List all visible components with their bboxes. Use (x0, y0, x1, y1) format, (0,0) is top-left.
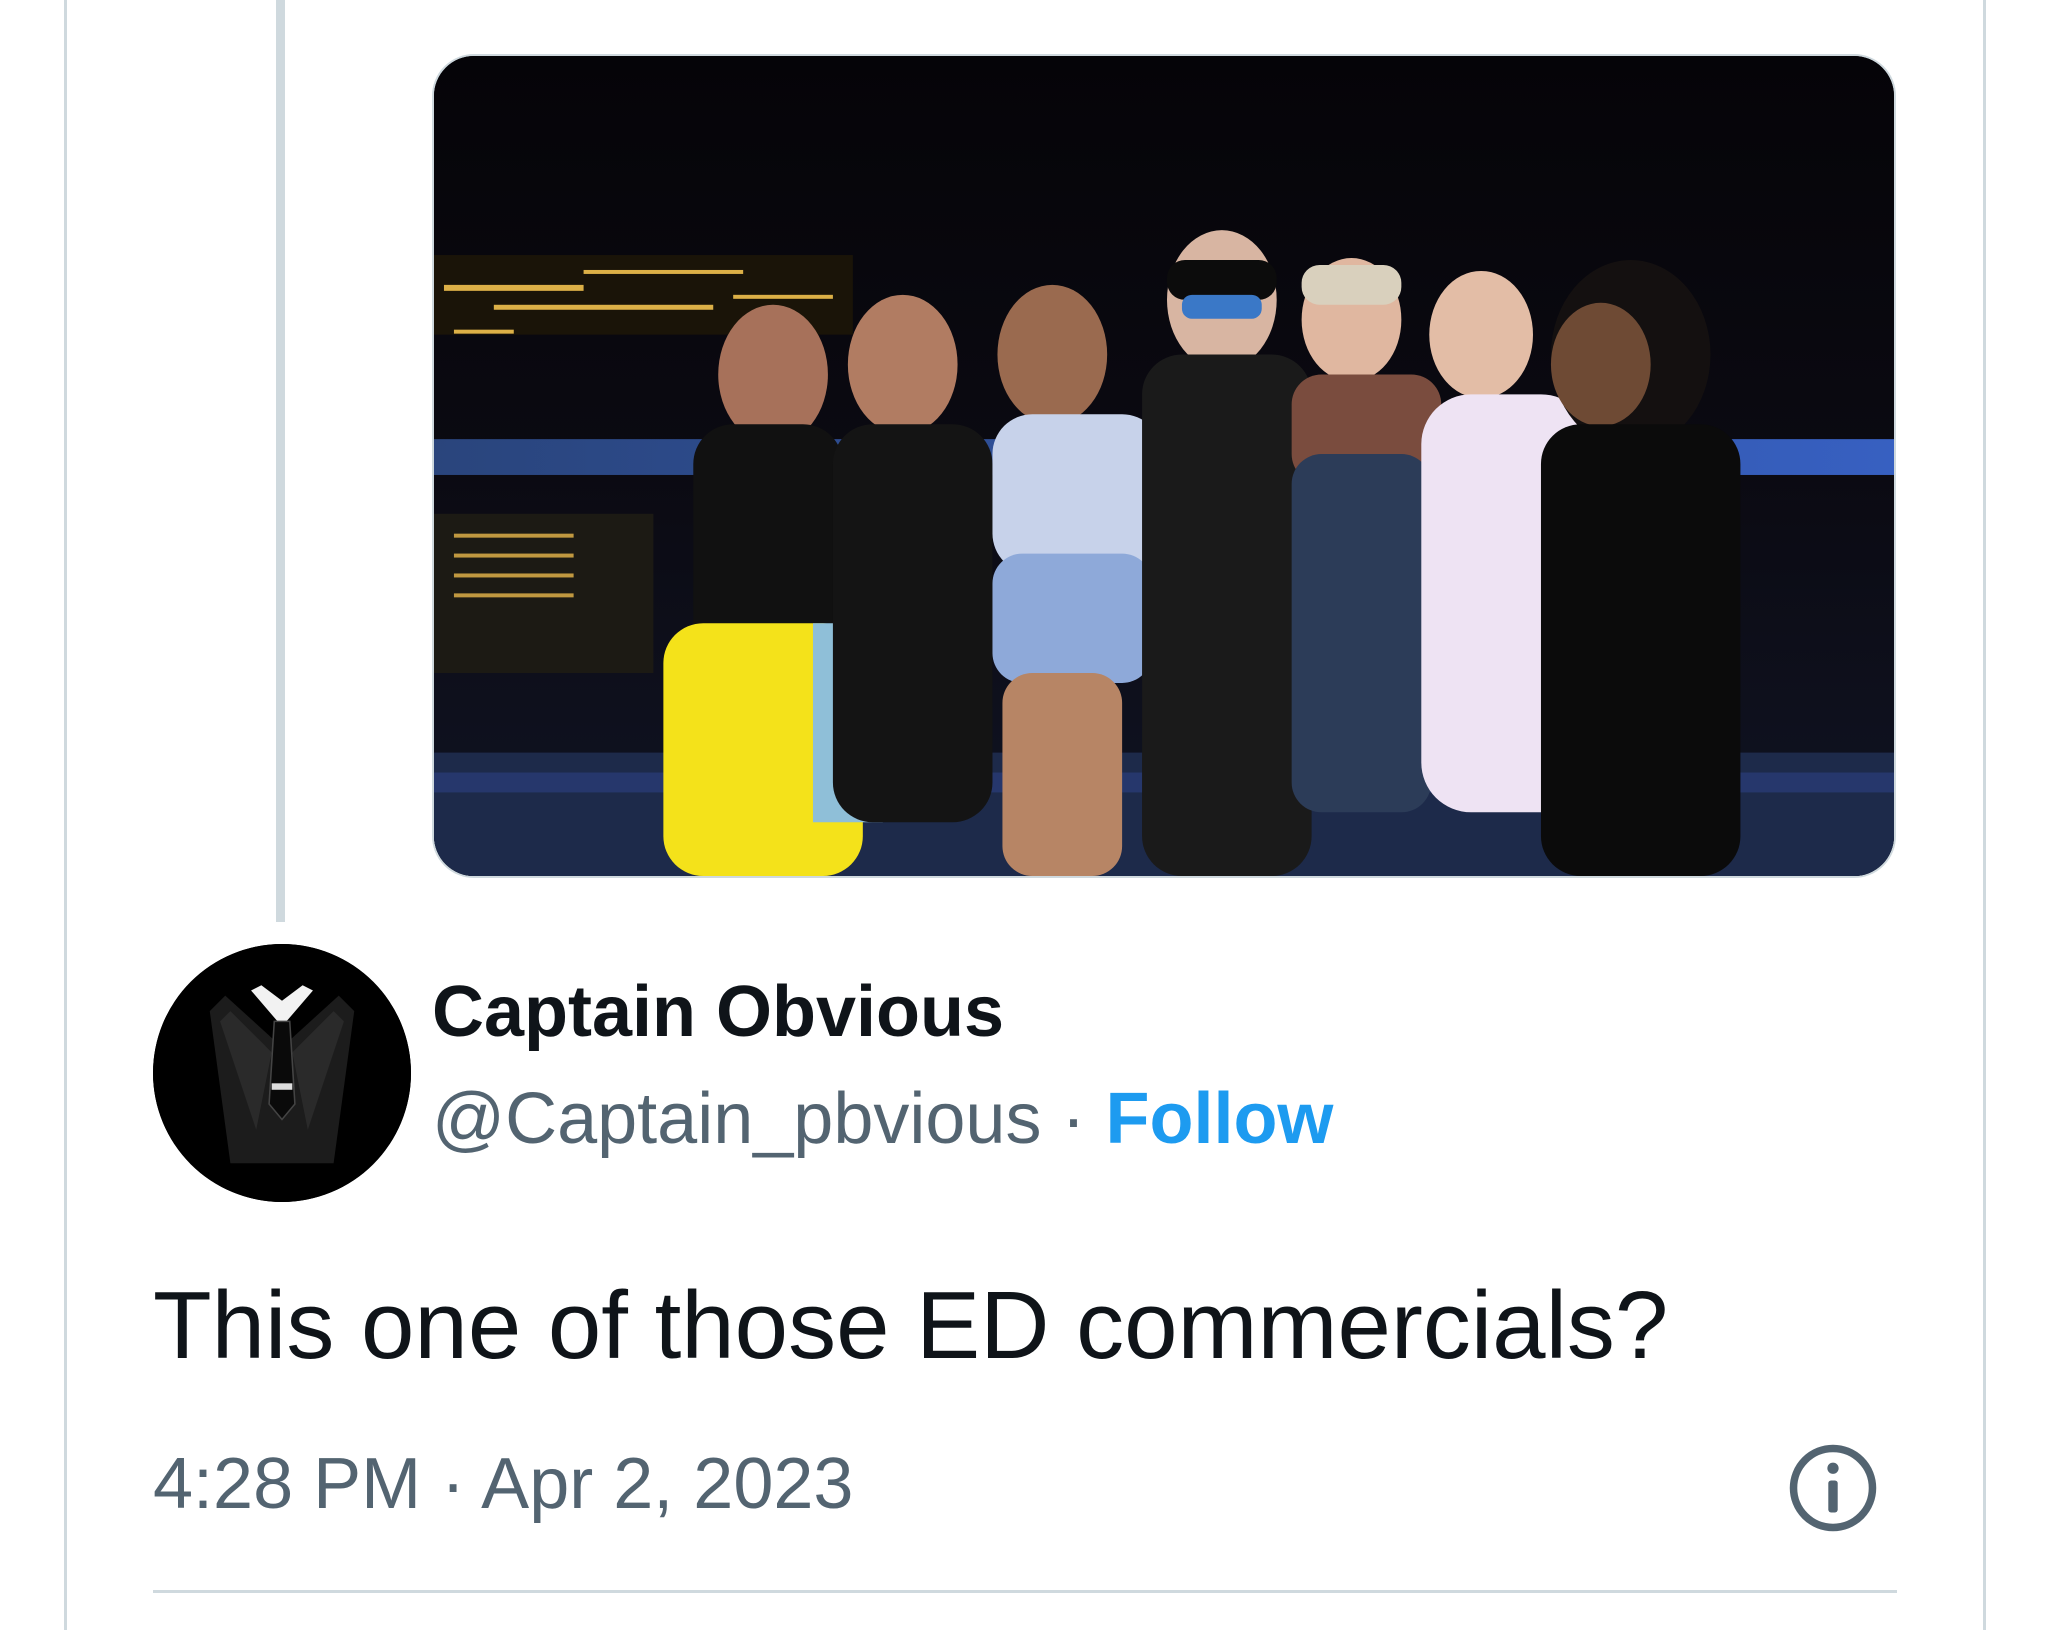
thread-connector-line (276, 0, 285, 922)
suit-and-tie-avatar-icon (153, 944, 411, 1202)
author-handle[interactable]: @Captain_pbvious (432, 1079, 1041, 1159)
avatar[interactable] (153, 944, 411, 1202)
tweet-date: Apr 2, 2023 (481, 1444, 854, 1524)
follow-button[interactable]: Follow (1105, 1079, 1333, 1159)
author-display-name[interactable]: Captain Obvious (432, 976, 1004, 1048)
handle-separator: · (1061, 1079, 1086, 1159)
tweet-time: 4:28 PM (153, 1444, 422, 1524)
tweet-media-photo[interactable] (432, 54, 1896, 878)
tweet-divider (153, 1590, 1897, 1593)
group-photo-illustration (434, 56, 1894, 876)
tweet-text: This one of those ED commercials? (153, 1272, 1669, 1379)
timestamp-separator: · (441, 1444, 466, 1524)
info-icon[interactable] (1786, 1441, 1880, 1535)
tweet-timestamp[interactable]: 4:28 PM · Apr 2, 2023 (153, 1448, 853, 1520)
author-handle-row: @Captain_pbvious · Follow (432, 1083, 1333, 1155)
